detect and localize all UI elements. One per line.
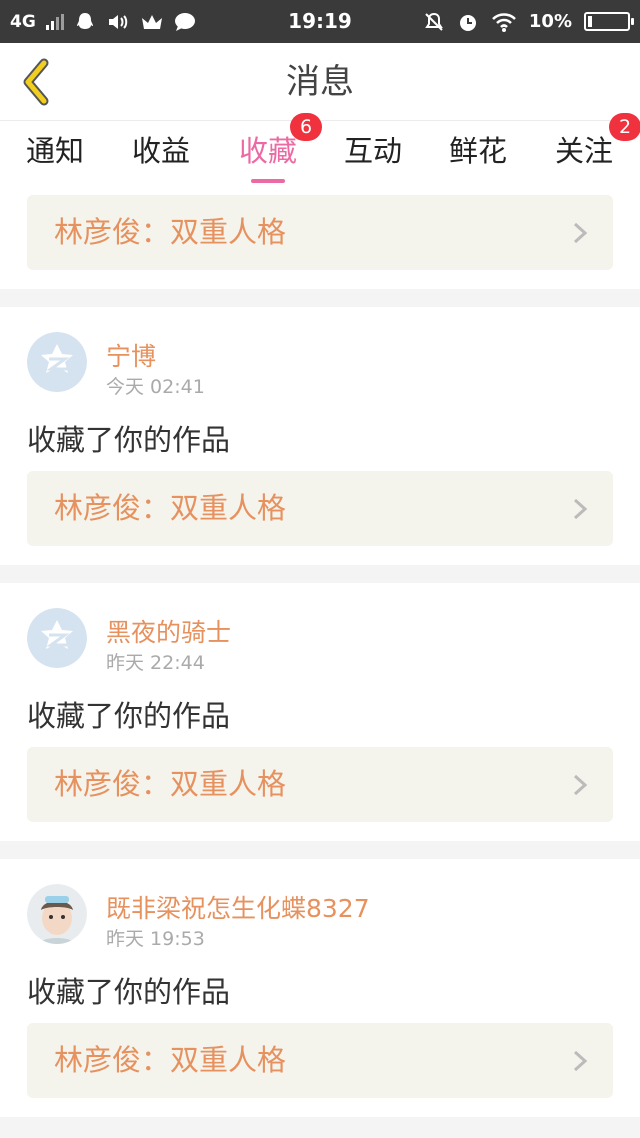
work-title: 林彦俊：双重人格 — [54, 215, 287, 249]
default-avatar-icon[interactable] — [27, 608, 87, 668]
volume-icon — [108, 14, 128, 29]
work-link[interactable]: 林彦俊：双重人格 — [27, 747, 613, 822]
message-text: 收藏了你的作品 — [27, 699, 231, 733]
message-card: 宁博 今天 02:41 收藏了你的作品 林彦俊：双重人格 — [0, 307, 640, 565]
status-bar: 4G 19:19 10% — [0, 0, 640, 43]
tab-favorites[interactable]: 收藏 6 — [215, 113, 322, 187]
tab-label: 收藏 — [238, 134, 297, 168]
message-card: 黑夜的骑士 昨天 22:44 收藏了你的作品 林彦俊：双重人格 — [0, 583, 640, 841]
chevron-left-icon[interactable] — [14, 55, 64, 109]
work-link[interactable]: 林彦俊：双重人格 — [27, 1023, 613, 1098]
header: 消息 — [0, 43, 640, 121]
battery-percent: 10% — [528, 11, 572, 32]
tab-label: 关注 — [554, 134, 613, 168]
list-item: 林彦俊：双重人格 — [0, 187, 640, 289]
work-title: 林彦俊：双重人格 — [54, 1043, 287, 1077]
message-card: 既非梁祝怎生化蝶8327 昨天 19:53 收藏了你的作品 林彦俊：双重人格 — [0, 859, 640, 1117]
tab-label: 通知 — [25, 134, 84, 168]
alarm-icon — [459, 14, 476, 31]
tab-follows[interactable]: 关注 2 — [531, 113, 640, 187]
tab-flowers[interactable]: 鲜花 — [425, 121, 531, 187]
chat-icon — [174, 12, 195, 31]
default-avatar-icon[interactable] — [27, 332, 87, 392]
tab-notifications[interactable]: 通知 — [2, 121, 108, 187]
wifi-icon — [492, 12, 516, 32]
timestamp: 昨天 22:44 — [106, 652, 205, 674]
qq-icon — [76, 12, 93, 29]
mute-bell-icon — [425, 12, 443, 31]
signal-icon — [45, 13, 64, 30]
work-link[interactable]: 林彦俊：双重人格 — [27, 195, 613, 270]
message-text: 收藏了你的作品 — [27, 975, 231, 1009]
chevron-right-icon — [573, 498, 587, 520]
chevron-right-icon — [573, 1050, 587, 1072]
work-title: 林彦俊：双重人格 — [54, 767, 287, 801]
username[interactable]: 既非梁祝怎生化蝶8327 — [106, 889, 370, 925]
chevron-right-icon — [573, 774, 587, 796]
active-tab-indicator — [251, 179, 285, 183]
tab-interactions[interactable]: 互动 — [320, 121, 426, 187]
tab-label: 收益 — [131, 134, 190, 168]
username[interactable]: 宁博 — [106, 337, 156, 373]
user-photo-avatar[interactable] — [27, 884, 87, 944]
favorites-badge: 6 — [290, 113, 322, 141]
battery-level — [588, 16, 592, 27]
battery-icon — [584, 12, 634, 31]
timestamp: 昨天 19:53 — [106, 928, 205, 950]
timestamp: 今天 02:41 — [106, 376, 205, 398]
follows-badge: 2 — [609, 113, 640, 141]
crown-icon — [141, 14, 162, 29]
tab-label: 鲜花 — [448, 134, 507, 168]
page-title: 消息 — [286, 62, 354, 102]
work-title: 林彦俊：双重人格 — [54, 491, 287, 525]
tab-label: 互动 — [343, 134, 402, 168]
tab-earnings[interactable]: 收益 — [108, 121, 214, 187]
network-label: 4G — [10, 11, 36, 32]
work-link[interactable]: 林彦俊：双重人格 — [27, 471, 613, 546]
username[interactable]: 黑夜的骑士 — [106, 613, 231, 649]
chevron-right-icon — [573, 222, 587, 244]
message-text: 收藏了你的作品 — [27, 423, 231, 457]
tab-bar: 通知 收益 收藏 6 互动 鲜花 关注 2 — [0, 113, 640, 187]
